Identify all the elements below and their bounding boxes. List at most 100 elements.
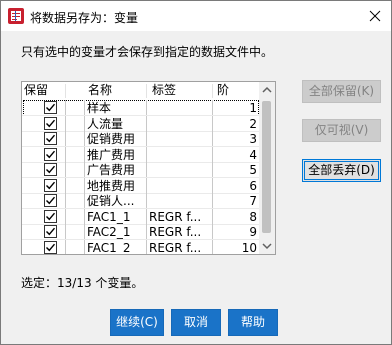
variable-order: 2	[249, 116, 257, 131]
table-row[interactable]: FAC1_2 REGR f... 10	[22, 239, 259, 255]
variable-label	[149, 193, 211, 209]
variable-order: 7	[249, 194, 257, 208]
table-row[interactable]: 地推费用 6	[22, 177, 259, 194]
grid-line	[65, 100, 66, 116]
table-row[interactable]: 推广费用 4	[22, 146, 259, 163]
checkmark-icon	[46, 134, 56, 143]
grid-line	[65, 162, 66, 178]
header-keep[interactable]: 保留	[24, 82, 64, 100]
header-order[interactable]: 阶	[217, 82, 247, 100]
spss-app-icon	[8, 8, 24, 24]
table-row[interactable]: 促销费用 3	[22, 131, 259, 147]
checkmark-icon	[46, 181, 56, 189]
grid-line	[212, 224, 213, 240]
grid-line	[65, 131, 66, 147]
grid-line	[65, 193, 66, 209]
keep-checkbox[interactable]	[44, 116, 57, 130]
instruction-text: 只有选中的变量才会保存到指定的数据文件中。	[21, 45, 274, 59]
scroll-up-arrow-icon[interactable]	[259, 82, 275, 98]
grid-line	[84, 177, 85, 194]
grid-line	[212, 239, 213, 254]
keep-checkbox[interactable]	[44, 240, 57, 254]
scroll-down-arrow-icon[interactable]	[259, 238, 275, 254]
grid-line	[84, 162, 85, 178]
grid-line	[84, 131, 85, 147]
grid-line	[65, 146, 66, 163]
list-header: 保留 名称 标签 阶	[22, 82, 275, 100]
checkmark-icon	[46, 165, 56, 174]
grid-line	[146, 100, 147, 116]
grid-line	[146, 193, 147, 209]
grid-line	[146, 177, 147, 194]
variable-list[interactable]: 保留 名称 标签 阶 样本 1 人流量 2 促销费用 3 推广费用 4 广告费用 5 地推费用 6 促销…	[21, 81, 276, 255]
keep-checkbox[interactable]	[44, 147, 57, 161]
grid-line	[84, 193, 85, 209]
keep-all-button[interactable]: 全部保留(K)	[302, 80, 381, 103]
checkmark-icon	[46, 150, 56, 158]
grid-line	[146, 224, 147, 240]
variable-name: 促销人...	[87, 194, 135, 208]
grid-line	[84, 239, 85, 254]
keep-checkbox[interactable]	[44, 209, 57, 223]
table-row[interactable]: 广告费用 5	[22, 162, 259, 178]
keep-checkbox[interactable]	[44, 194, 57, 207]
variable-name: 促销费用	[87, 132, 136, 146]
drop-all-button-label: 全部丢弃(D)	[308, 163, 375, 177]
header-name[interactable]: 名称	[88, 82, 143, 100]
checkmark-icon	[46, 243, 56, 251]
grid-line	[146, 239, 147, 254]
variable-label: REGR f...	[149, 209, 202, 224]
variable-name: 样本	[87, 101, 112, 115]
variable-label	[149, 178, 211, 194]
checkmark-icon	[46, 103, 56, 112]
variable-order: 8	[249, 209, 257, 224]
grid-line	[146, 146, 147, 163]
variable-label: REGR f...	[149, 225, 202, 239]
keep-checkbox[interactable]	[44, 132, 57, 145]
variable-name: 广告费用	[87, 163, 136, 177]
grid-line	[212, 208, 213, 225]
variable-label	[149, 100, 211, 116]
grid-line	[84, 146, 85, 163]
grid-line	[212, 162, 213, 178]
grid-line	[146, 208, 147, 225]
close-icon[interactable]	[365, 6, 385, 26]
cancel-button[interactable]: 取消	[171, 309, 221, 336]
variable-label	[149, 147, 211, 163]
variable-order: 6	[249, 178, 257, 193]
table-row[interactable]: 样本 1	[22, 100, 259, 116]
variable-order: 4	[249, 147, 257, 162]
help-button[interactable]: 帮助	[228, 309, 278, 336]
scrollbar-thumb[interactable]	[262, 101, 271, 233]
header-label[interactable]: 标签	[152, 82, 212, 100]
grid-line	[65, 177, 66, 194]
keep-checkbox[interactable]	[44, 225, 57, 238]
checkmark-icon	[46, 119, 56, 127]
grid-line	[212, 146, 213, 163]
grid-line	[212, 100, 213, 116]
grid-line	[84, 115, 85, 132]
keep-checkbox[interactable]	[44, 101, 57, 114]
table-row[interactable]: FAC2_1 REGR f... 9	[22, 224, 259, 240]
table-row[interactable]: 促销人... 7	[22, 193, 259, 209]
grid-line	[146, 162, 147, 178]
continue-button[interactable]: 继续(C)	[110, 309, 164, 336]
visible-only-button[interactable]: 仅可视(V)	[302, 119, 381, 142]
drop-all-button[interactable]: 全部丢弃(D)	[302, 159, 381, 182]
keep-checkbox[interactable]	[44, 178, 57, 192]
table-row[interactable]: FAC1_1 REGR f... 8	[22, 208, 259, 225]
variable-order: 10	[241, 240, 257, 255]
checkmark-icon	[46, 196, 56, 205]
grid-line	[84, 224, 85, 240]
checkmark-icon	[46, 227, 56, 236]
title-bar: 将数据另存为：变量	[1, 1, 391, 31]
variable-label	[149, 162, 211, 178]
grid-line	[212, 131, 213, 147]
variable-order: 3	[249, 132, 257, 146]
variable-label	[149, 131, 211, 147]
table-row[interactable]: 人流量 2	[22, 115, 259, 132]
variable-order: 5	[249, 163, 257, 177]
variable-label: REGR f...	[149, 240, 202, 255]
vertical-scrollbar[interactable]	[259, 82, 275, 254]
keep-checkbox[interactable]	[44, 163, 57, 176]
